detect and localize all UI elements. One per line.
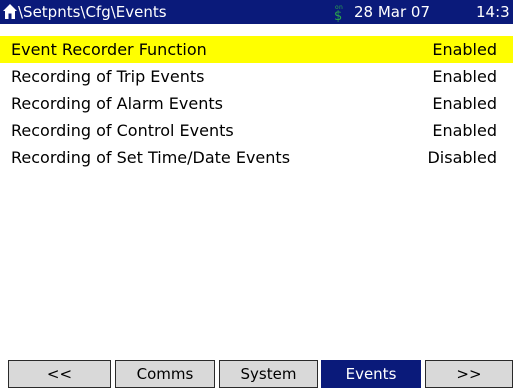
setting-row-trip-events[interactable]: Recording of Trip Events Enabled [0, 63, 513, 90]
setting-value: Enabled [432, 121, 497, 140]
setting-value: Disabled [427, 148, 497, 167]
setting-row-alarm-events[interactable]: Recording of Alarm Events Enabled [0, 90, 513, 117]
setting-value: Enabled [432, 67, 497, 86]
svg-text:$: $ [334, 9, 342, 22]
setting-row-event-recorder-function[interactable]: Event Recorder Function Enabled [0, 36, 513, 63]
header-bar: \Setpnts\Cfg\Events o n $ 28 Mar 07 14:3 [0, 0, 513, 24]
setting-value: Enabled [432, 94, 497, 113]
setting-label: Recording of Control Events [11, 121, 234, 140]
setting-label: Event Recorder Function [11, 40, 207, 59]
setting-value: Enabled [432, 40, 497, 59]
tab-events[interactable]: Events [321, 360, 421, 388]
events-settings-list: Event Recorder Function Enabled Recordin… [0, 36, 513, 171]
softkey-tab-bar: << Comms System Events >> [0, 356, 513, 388]
setting-label: Recording of Set Time/Date Events [11, 148, 291, 167]
breadcrumb-path: \Setpnts\Cfg\Events [18, 3, 167, 21]
status-icon: o n $ [333, 2, 345, 24]
setting-label: Recording of Alarm Events [11, 94, 223, 113]
tab-previous[interactable]: << [8, 360, 111, 388]
tab-next[interactable]: >> [425, 360, 513, 388]
date-display: 28 Mar 07 [354, 3, 431, 21]
setting-row-control-events[interactable]: Recording of Control Events Enabled [0, 117, 513, 144]
setting-row-set-time-date-events[interactable]: Recording of Set Time/Date Events Disabl… [0, 144, 513, 171]
time-display: 14:3 [476, 3, 510, 21]
device-screen: \Setpnts\Cfg\Events o n $ 28 Mar 07 14:3… [0, 0, 513, 388]
home-icon[interactable] [2, 3, 18, 20]
tab-system[interactable]: System [219, 360, 318, 388]
tab-comms[interactable]: Comms [115, 360, 215, 388]
setting-label: Recording of Trip Events [11, 67, 205, 86]
